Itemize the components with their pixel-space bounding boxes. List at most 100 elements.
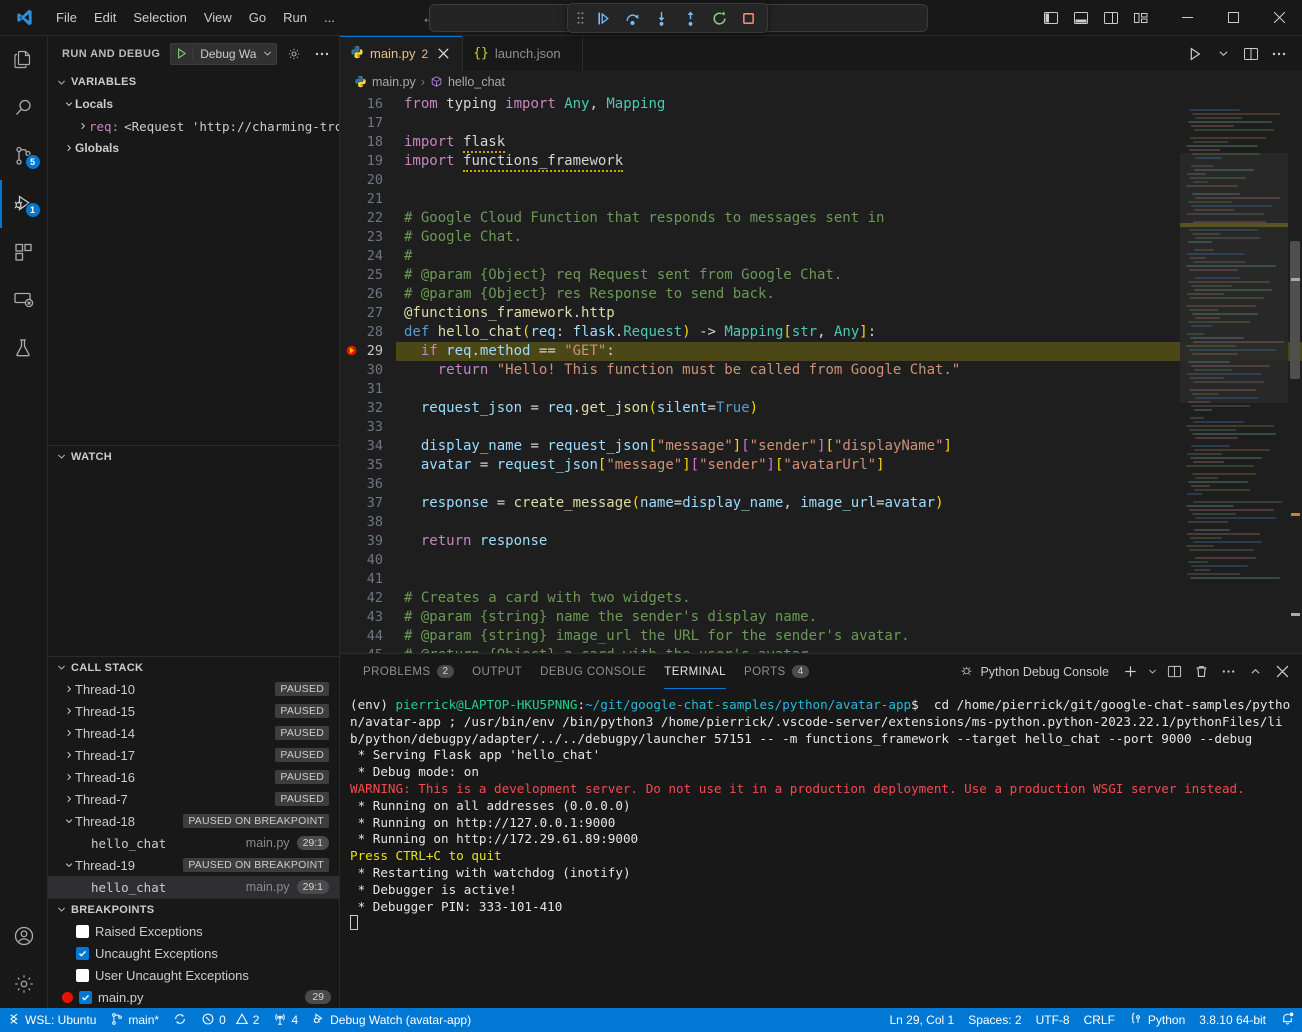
line-number[interactable]: 23: [340, 228, 396, 247]
open-launch-json-icon[interactable]: [283, 43, 305, 65]
menu-selection[interactable]: Selection: [125, 7, 194, 28]
status-language-mode[interactable]: Python: [1122, 1008, 1192, 1032]
variables-scope-locals[interactable]: Locals: [48, 93, 339, 115]
code-line[interactable]: [396, 114, 1302, 133]
chevron-down-icon[interactable]: [62, 99, 75, 109]
activity-testing[interactable]: [0, 324, 48, 372]
debug-step-out-button[interactable]: [677, 6, 703, 30]
status-sync[interactable]: [166, 1008, 194, 1032]
line-number[interactable]: 16: [340, 95, 396, 114]
panel-more-actions-icon[interactable]: [1216, 660, 1240, 684]
line-number[interactable]: 17: [340, 114, 396, 133]
activity-source-control[interactable]: 5: [0, 132, 48, 180]
code-line[interactable]: @functions_framework.http: [396, 304, 1302, 323]
breakpoint-checkbox[interactable]: [76, 925, 89, 938]
line-number[interactable]: 24: [340, 247, 396, 266]
window-minimize-button[interactable]: [1164, 0, 1210, 36]
minimap[interactable]: [1180, 93, 1288, 653]
sidebar-more-actions-icon[interactable]: [311, 43, 333, 65]
code-line[interactable]: response = create_message(name=display_n…: [396, 494, 1302, 513]
call-stack-frame-row[interactable]: hello_chatmain.py29:1: [48, 876, 339, 898]
call-stack-thread-row[interactable]: Thread-17PAUSED: [48, 744, 339, 766]
breakpoint-row[interactable]: Raised Exceptions: [48, 920, 339, 942]
activity-remote-explorer[interactable]: [0, 276, 48, 324]
debug-continue-button[interactable]: [590, 6, 616, 30]
panel-tab-ports[interactable]: PORTS 4: [735, 654, 818, 689]
call-stack-frame-row[interactable]: hello_chatmain.py29:1: [48, 832, 339, 854]
code-editor[interactable]: 1617181920212223242526272829303132333435…: [340, 93, 1302, 653]
code-line[interactable]: def hello_chat(req: flask.Request) -> Ma…: [396, 323, 1302, 342]
line-number[interactable]: 20: [340, 171, 396, 190]
code-line[interactable]: [396, 190, 1302, 209]
panel-tab-problems[interactable]: PROBLEMS 2: [354, 654, 463, 689]
code-line[interactable]: #: [396, 247, 1302, 266]
activity-explorer[interactable]: [0, 36, 48, 84]
code-line[interactable]: display_name = request_json["message"]["…: [396, 437, 1302, 456]
line-number[interactable]: 32: [340, 399, 396, 418]
code-line[interactable]: # @param {string} image_url the URL for …: [396, 627, 1302, 646]
code-line[interactable]: # @param {Object} req Request sent from …: [396, 266, 1302, 285]
chevron-right-icon[interactable]: [76, 121, 89, 131]
watch-pane-header[interactable]: WATCH: [48, 445, 339, 467]
chevron-right-icon[interactable]: [62, 794, 75, 804]
status-cursor-position[interactable]: Ln 29, Col 1: [882, 1008, 961, 1032]
status-indentation[interactable]: Spaces: 2: [961, 1008, 1028, 1032]
breakpoint-row[interactable]: User Uncaught Exceptions: [48, 964, 339, 986]
toggle-primary-sidebar-icon[interactable]: [1038, 5, 1064, 31]
code-line[interactable]: return "Hello! This function must be cal…: [396, 361, 1302, 380]
code-line[interactable]: import functions_framework: [396, 152, 1302, 171]
line-number[interactable]: 30: [340, 361, 396, 380]
status-branch[interactable]: main*: [103, 1008, 166, 1032]
maximize-panel-icon[interactable]: [1243, 660, 1267, 684]
chevron-down-icon[interactable]: [258, 48, 276, 59]
status-remote-indicator[interactable]: WSL: Ubuntu: [0, 1008, 103, 1032]
breakpoint-checkbox[interactable]: [76, 947, 89, 960]
code-line[interactable]: [396, 551, 1302, 570]
code-line[interactable]: avatar = request_json["message"]["sender…: [396, 456, 1302, 475]
call-stack-pane-header[interactable]: CALL STACK: [48, 656, 339, 678]
breakpoint-row[interactable]: main.py29: [48, 986, 339, 1008]
panel-tab-debug-console[interactable]: DEBUG CONSOLE: [531, 654, 655, 689]
editor-more-actions-icon[interactable]: [1266, 41, 1292, 67]
code-line[interactable]: [396, 570, 1302, 589]
close-panel-icon[interactable]: [1270, 660, 1294, 684]
tab-main-py[interactable]: main.py 2: [340, 36, 463, 71]
code-line[interactable]: # @return {Object} a card with the user'…: [396, 646, 1302, 653]
breakpoints-pane-header[interactable]: BREAKPOINTS: [48, 898, 339, 920]
line-number[interactable]: 39: [340, 532, 396, 551]
line-number[interactable]: 29: [340, 342, 396, 361]
drag-handle-icon[interactable]: [574, 9, 586, 27]
code-line[interactable]: return response: [396, 532, 1302, 551]
code-line[interactable]: [396, 380, 1302, 399]
chevron-right-icon[interactable]: [62, 772, 75, 782]
toggle-panel-icon[interactable]: [1068, 5, 1094, 31]
line-number[interactable]: 34: [340, 437, 396, 456]
status-encoding[interactable]: UTF-8: [1029, 1008, 1077, 1032]
line-number[interactable]: 41: [340, 570, 396, 589]
line-number-gutter[interactable]: 1617181920212223242526272829303132333435…: [340, 93, 396, 653]
code-line[interactable]: # Creates a card with two widgets.: [396, 589, 1302, 608]
panel-tab-terminal[interactable]: TERMINAL: [655, 654, 735, 689]
status-interpreter[interactable]: 3.8.10 64-bit: [1192, 1008, 1273, 1032]
chevron-right-icon[interactable]: [62, 143, 75, 153]
line-number[interactable]: 37: [340, 494, 396, 513]
breakpoint-checkbox[interactable]: [76, 969, 89, 982]
status-eol[interactable]: CRLF: [1077, 1008, 1122, 1032]
chevron-right-icon[interactable]: [62, 750, 75, 760]
call-stack-thread-row[interactable]: Thread-10PAUSED: [48, 678, 339, 700]
line-number[interactable]: 18: [340, 133, 396, 152]
variable-req[interactable]: req: <Request 'http://charming-tro…: [48, 115, 339, 137]
line-number[interactable]: 43: [340, 608, 396, 627]
line-number[interactable]: 40: [340, 551, 396, 570]
code-line[interactable]: [396, 171, 1302, 190]
breadcrumb-file[interactable]: main.py: [372, 75, 416, 89]
call-stack-thread-row[interactable]: Thread-7PAUSED: [48, 788, 339, 810]
variables-pane-header[interactable]: VARIABLES: [48, 71, 339, 93]
activity-run-and-debug[interactable]: 1: [0, 180, 48, 228]
menu-go[interactable]: Go: [241, 7, 274, 28]
activity-extensions[interactable]: [0, 228, 48, 276]
menu-edit[interactable]: Edit: [86, 7, 124, 28]
line-number[interactable]: 38: [340, 513, 396, 532]
code-line[interactable]: [396, 513, 1302, 532]
debug-stop-button[interactable]: [735, 6, 761, 30]
